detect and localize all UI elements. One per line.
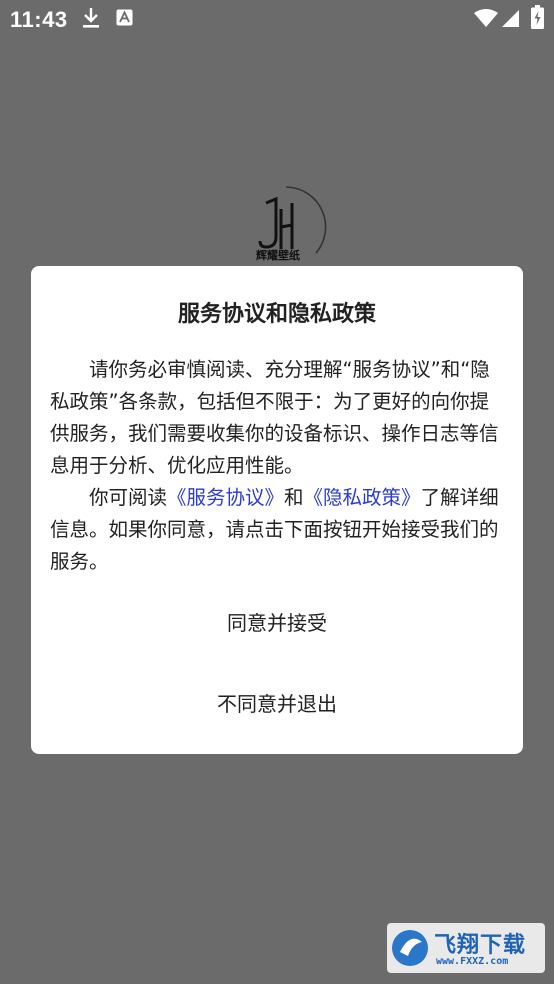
paragraph-2-prefix: 你可阅读	[89, 486, 168, 509]
status-time: 11:43	[10, 7, 68, 32]
accept-button[interactable]: 同意并接受	[31, 607, 523, 636]
battery-charging-icon	[531, 5, 544, 34]
download-icon	[82, 7, 100, 34]
watermark-url: www.FXXZ.com	[436, 956, 509, 967]
privacy-dialog: 服务协议和隐私政策 请你务必审慎阅读、充分理解“服务协议”和“隐私政策”各条款，…	[31, 266, 523, 754]
notification-a-icon	[116, 9, 133, 31]
cellular-signal-icon	[502, 10, 519, 32]
service-agreement-link[interactable]: 《服务协议》	[167, 486, 284, 509]
reject-exit-button[interactable]: 不同意并退出	[31, 688, 523, 717]
status-bar: 11:43	[0, 0, 554, 38]
dialog-body: 请你务必审慎阅读、充分理解“服务协议”和“隐私政策”各条款，包括但不限于：为了更…	[50, 354, 508, 578]
dialog-paragraph-2: 你可阅读《服务协议》和《隐私政策》了解详细信息。如果你同意，请点击下面按钮开始接…	[50, 482, 508, 578]
dialog-paragraph-1: 请你务必审慎阅读、充分理解“服务协议”和“隐私政策”各条款，包括但不限于：为了更…	[50, 358, 499, 477]
paragraph-2-middle: 和	[284, 486, 304, 509]
dialog-title: 服务协议和隐私政策	[177, 302, 376, 327]
watermark-text: 飞翔下载	[434, 933, 527, 958]
app-logo-text: 辉耀壁纸	[256, 249, 300, 262]
privacy-policy-link[interactable]: 《隐私政策》	[304, 486, 421, 509]
app-logo: 辉耀壁纸	[246, 185, 328, 267]
watermark: 飞翔下载 www.FXXZ.com	[386, 922, 546, 974]
wifi-icon	[474, 9, 498, 32]
